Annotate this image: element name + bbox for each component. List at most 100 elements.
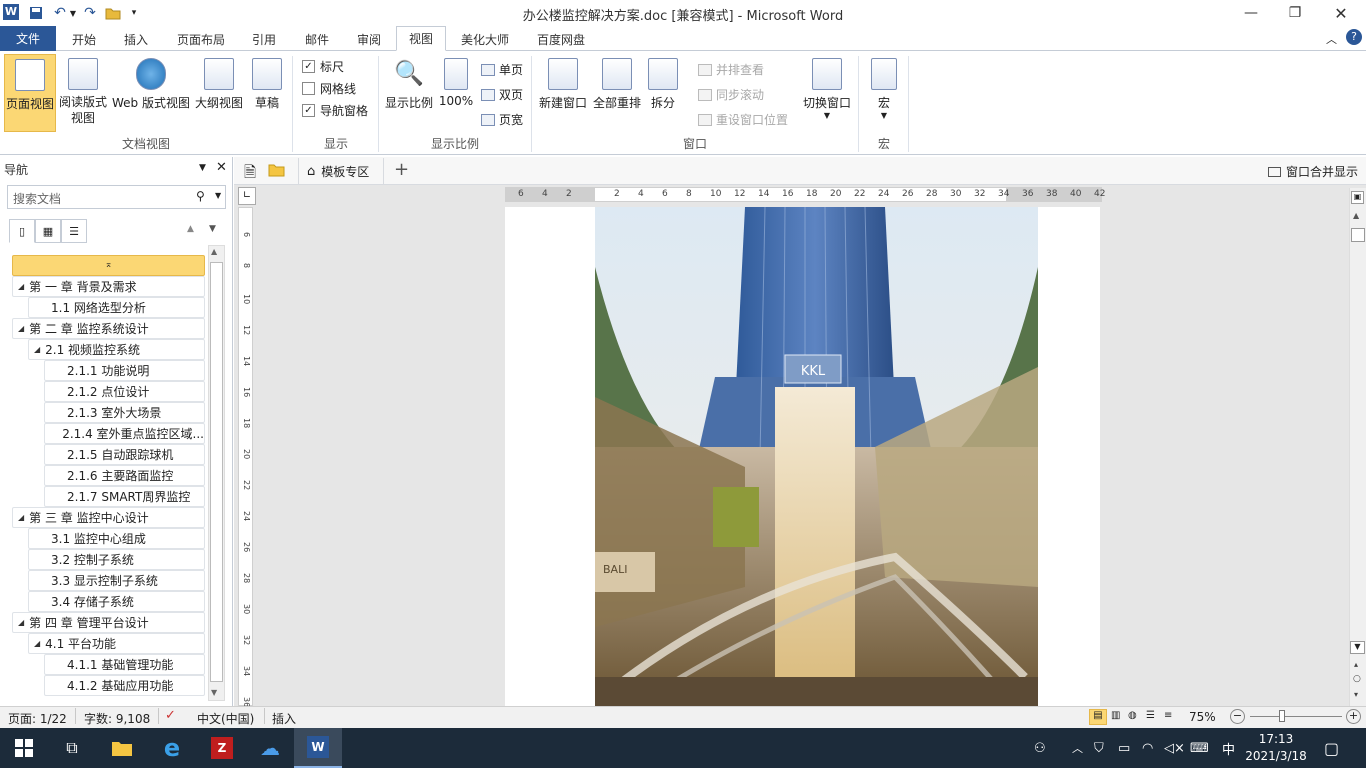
nav-pane-menu-icon[interactable]: ▼ — [199, 163, 206, 173]
wifi-icon[interactable]: ◠ — [1142, 728, 1153, 768]
new-window-button[interactable]: 新建窗口 — [537, 54, 589, 132]
tray-chevron-icon[interactable]: ︿ — [1072, 728, 1083, 768]
nav-heading-item[interactable]: 2.1.3 室外大场景 — [44, 402, 205, 423]
word-count-status[interactable]: 字数: 9,108 — [84, 710, 150, 727]
nav-heading-item[interactable]: 2.1.2 点位设计 — [44, 381, 205, 402]
expand-triangle-icon[interactable]: ◢ — [18, 618, 24, 627]
sync-scroll-button[interactable]: 同步滚动 — [698, 86, 764, 103]
people-icon[interactable]: ⚇ — [1034, 728, 1046, 768]
nav-heading-item[interactable]: 1.1 网络选型分析 — [28, 297, 205, 318]
scroll-thumb[interactable] — [1351, 228, 1365, 242]
web-view-icon[interactable]: ◍ — [1128, 710, 1137, 721]
filezilla-icon[interactable]: Z — [198, 728, 246, 768]
nav-heading-item[interactable]: 2.1.6 主要路面监控 — [44, 465, 205, 486]
expand-triangle-icon[interactable]: ◢ — [18, 324, 24, 333]
nav-heading-item[interactable]: 4.1.2 基础应用功能 — [44, 675, 205, 696]
browse-pages-tab[interactable]: ▦ — [35, 219, 61, 243]
nav-heading-item[interactable]: 3.1 监控中心组成 — [28, 528, 205, 549]
tab-page-layout[interactable]: 页面布局 — [165, 27, 237, 51]
tab-mailings[interactable]: 邮件 — [293, 27, 341, 51]
ime-indicator[interactable]: 中 — [1222, 728, 1235, 768]
print-layout-button[interactable]: 页面视图 — [4, 54, 56, 132]
new-doc-icon[interactable]: 🗎 — [244, 162, 256, 187]
print-layout-view-icon[interactable]: ▤ — [1089, 709, 1107, 725]
web-layout-button[interactable]: Web 版式视图 — [110, 54, 192, 132]
expand-triangle-icon[interactable]: ◢ — [34, 639, 40, 648]
arrange-all-button[interactable]: 全部重排 — [591, 54, 643, 132]
select-browse-object-icon[interactable]: ○ — [1353, 674, 1361, 684]
scroll-down-icon[interactable]: ▼ — [211, 688, 217, 697]
view-side-by-side-button[interactable]: 并排查看 — [698, 61, 764, 78]
zoom-in-icon[interactable]: + — [1346, 709, 1361, 724]
nav-heading-item[interactable]: 4.1.1 基础管理功能 — [44, 654, 205, 675]
word-taskbar-icon[interactable]: W — [294, 728, 342, 768]
zoom-slider-track[interactable] — [1250, 716, 1342, 717]
ie-browser-icon[interactable]: e — [148, 728, 196, 768]
nav-heading-item[interactable]: ◢ 第 一 章 背景及需求 — [12, 276, 205, 297]
language-status[interactable]: 中文(中国) — [197, 710, 254, 727]
tab-insert[interactable]: 插入 — [112, 27, 160, 51]
zoom-button[interactable]: 🔍 显示比例 — [383, 54, 435, 132]
zoom-level[interactable]: 75% — [1189, 710, 1216, 724]
nav-heading-item[interactable]: 2.1.7 SMART周界监控 — [44, 486, 205, 507]
scroll-up-icon[interactable]: ▲ — [1353, 211, 1359, 220]
zoom-slider-thumb[interactable] — [1279, 710, 1285, 722]
search-input[interactable]: 搜索文档 — [7, 185, 226, 209]
tab-baidu-netdisk[interactable]: 百度网盘 — [525, 27, 597, 51]
close-button[interactable]: ✕ — [1318, 0, 1364, 26]
ruler-toggle-icon[interactable]: ▣ — [1351, 191, 1364, 204]
ruler-checkbox[interactable]: ✓ 标尺 — [302, 58, 344, 75]
one-page-button[interactable]: 单页 — [481, 61, 523, 78]
scroll-up-icon[interactable]: ▲ — [211, 247, 217, 256]
restore-button[interactable]: ❐ — [1272, 0, 1318, 26]
nav-previous-icon[interactable]: ▲ — [187, 224, 194, 234]
zoom-out-icon[interactable]: − — [1230, 709, 1245, 724]
file-explorer-icon[interactable] — [98, 728, 146, 768]
outline-view-icon[interactable]: ☰ — [1146, 710, 1155, 721]
gridlines-checkbox[interactable]: 网格线 — [302, 80, 356, 97]
outline-button[interactable]: 大纲视图 — [194, 54, 244, 132]
tab-references[interactable]: 引用 — [240, 27, 288, 51]
draft-view-icon[interactable]: ≡ — [1164, 710, 1172, 721]
full-screen-reading-button[interactable]: 阅读版式 视图 — [58, 54, 108, 132]
search-options-icon[interactable]: ▼ — [215, 191, 221, 200]
nav-top-bar[interactable]: ⌅ — [12, 255, 205, 276]
start-button[interactable] — [0, 728, 48, 768]
navigation-pane-checkbox[interactable]: ✓ 导航窗格 — [302, 102, 368, 119]
nav-heading-item[interactable]: ◢ 4.1 平台功能 — [28, 633, 205, 654]
baidu-netdisk-icon[interactable]: ☁ — [246, 728, 294, 768]
expand-triangle-icon[interactable]: ◢ — [34, 345, 40, 354]
tab-view[interactable]: 视图 — [396, 26, 447, 51]
battery-icon[interactable]: ▭ — [1118, 728, 1130, 768]
nav-heading-item[interactable]: 3.3 显示控制子系统 — [28, 570, 205, 591]
browse-headings-tab[interactable]: ▯ — [9, 219, 35, 243]
nav-heading-item[interactable]: 3.4 存储子系统 — [28, 591, 205, 612]
search-icon[interactable]: ⚲ — [196, 189, 205, 203]
nav-heading-item[interactable]: 3.2 控制子系统 — [28, 549, 205, 570]
switch-windows-button[interactable]: 切换窗口 ▼ — [800, 54, 854, 132]
nav-heading-item[interactable]: 2.1.4 室外重点监控区域... — [44, 423, 205, 444]
nav-heading-item[interactable]: ◢ 第 四 章 管理平台设计 — [12, 612, 205, 633]
scroll-thumb[interactable] — [210, 262, 223, 682]
tab-beautify[interactable]: 美化大师 — [449, 27, 521, 51]
previous-page-icon[interactable]: ▴ — [1354, 660, 1358, 669]
proofing-icon[interactable]: ✓ — [165, 708, 176, 723]
collapse-ribbon-icon[interactable]: ︿ — [1326, 31, 1337, 47]
folder-icon[interactable] — [268, 163, 285, 180]
keyboard-icon[interactable]: ⌨ — [1190, 728, 1209, 768]
add-tab-icon[interactable]: + — [394, 159, 409, 180]
template-zone-tab[interactable]: ⌂ 模板专区 — [298, 158, 384, 184]
notifications-icon[interactable]: ▢ — [1324, 728, 1339, 768]
reading-view-icon[interactable]: ▥ — [1111, 710, 1120, 721]
expand-triangle-icon[interactable]: ◢ — [18, 513, 24, 522]
nav-pane-close-icon[interactable]: ✕ — [216, 160, 227, 175]
scroll-down-icon[interactable]: ▼ — [1350, 641, 1365, 654]
tab-home[interactable]: 开始 — [60, 27, 108, 51]
security-shield-icon[interactable]: ⛉ — [1094, 728, 1104, 768]
merge-windows-button[interactable]: 窗口合并显示 — [1268, 163, 1358, 180]
nav-next-icon[interactable]: ▼ — [209, 224, 216, 234]
insert-mode-status[interactable]: 插入 — [272, 710, 296, 727]
building-photo[interactable]: KKL BALI — [595, 207, 1038, 706]
zoom-100-button[interactable]: 100% — [438, 54, 474, 132]
nav-heading-item[interactable]: ◢ 第 二 章 监控系统设计 — [12, 318, 205, 339]
